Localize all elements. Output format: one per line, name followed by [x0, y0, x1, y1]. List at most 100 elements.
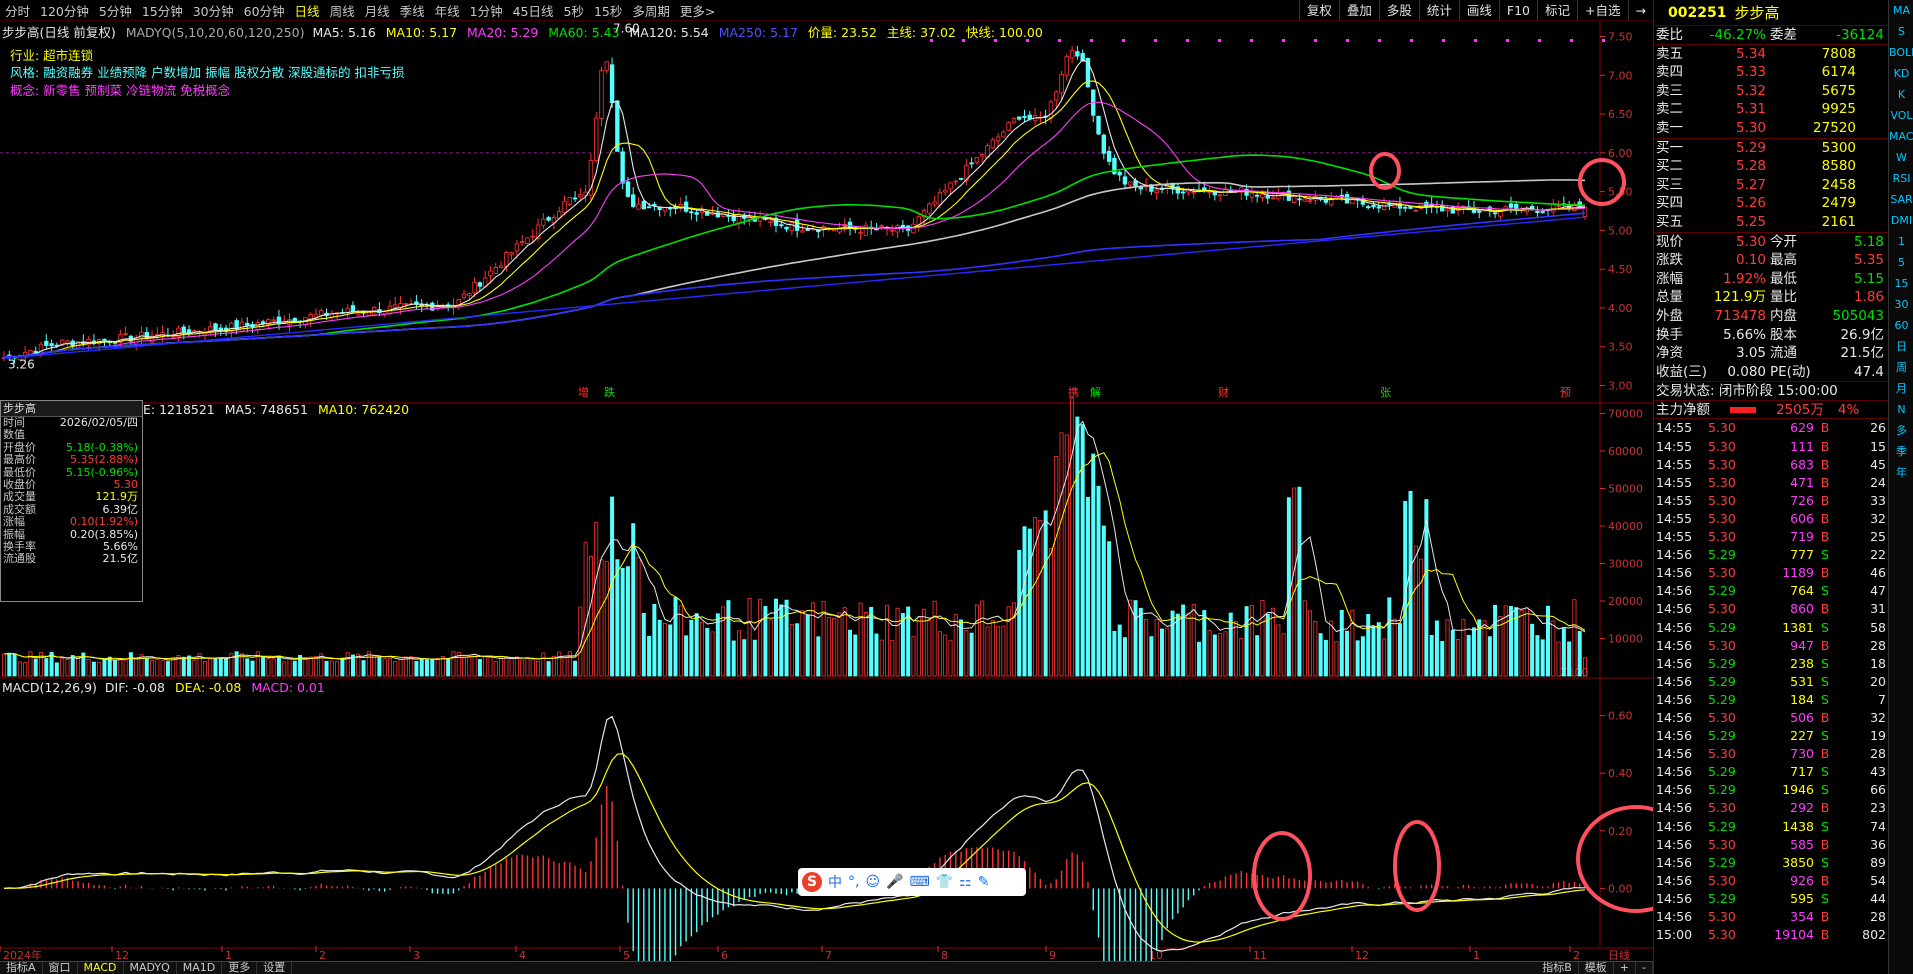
timeframe-4[interactable]: 30分钟	[188, 1, 239, 20]
tool-button-5[interactable]: F10	[1498, 0, 1537, 20]
sidebar-button-13[interactable]: 15	[1889, 273, 1913, 294]
industry-text[interactable]: 行业: 超市连锁	[10, 48, 93, 63]
sidebar-button-20[interactable]: 多	[1889, 420, 1913, 441]
timeframe-9[interactable]: 季线	[395, 1, 430, 20]
price-legend: 步步高(日线 前复权) MADYQ(5,10,20,60,120,250) MA…	[2, 22, 1043, 41]
candle-body	[393, 304, 398, 308]
tick-time: 14:56	[1656, 818, 1693, 834]
timeframe-2[interactable]: 5分钟	[94, 1, 137, 20]
tick-list[interactable]: 14:55 5.30 629 B 26 14:55 5.30 111 B 15 14:55 5.30 6…	[1654, 419, 1888, 944]
timeframe-12[interactable]: 45日线	[508, 1, 559, 20]
sidebar-button-19[interactable]: N	[1889, 399, 1913, 420]
bottom-tab-2[interactable]: MACD	[78, 962, 124, 974]
bottom-tab-1[interactable]: 窗口	[43, 962, 78, 974]
tool-button-8[interactable]: →	[1627, 0, 1653, 20]
timeframe-10[interactable]: 年线	[430, 1, 465, 20]
bottom-tab-6[interactable]: 设置	[257, 962, 293, 974]
timeframe-1[interactable]: 120分钟	[35, 1, 94, 20]
chart-area[interactable]: 7.507.006.506.005.505.004.504.003.503.00…	[0, 21, 1653, 961]
volume-bar	[1345, 630, 1350, 677]
tool-button-6[interactable]: 标记	[1537, 0, 1577, 20]
tool-button-1[interactable]: 叠加	[1338, 0, 1379, 20]
stat-value: 3.05	[1735, 345, 1766, 362]
style-text[interactable]: 风格: 融资融券 业绩预降 户数增加 振幅 股权分散 深股通标的 扣非亏损	[10, 65, 405, 80]
tick-volume: 683	[1790, 456, 1814, 472]
ime-button-6[interactable]: ⚏	[959, 874, 972, 890]
tool-button-7[interactable]: +自选	[1577, 0, 1627, 20]
candle-body	[1270, 197, 1276, 200]
sidebar-button-12[interactable]: 5	[1889, 252, 1913, 273]
ma-indicator-name[interactable]: MADYQ(5,10,20,60,120,250)	[126, 25, 305, 40]
bar-info-row: 成交量 121.9万	[1, 490, 142, 503]
tick-price: 5.30	[1708, 927, 1736, 943]
bottom-tab-3[interactable]: MADYQ	[124, 962, 177, 974]
tick-volume: 717	[1790, 764, 1814, 780]
sidebar-button-2[interactable]: BOLL	[1889, 42, 1913, 63]
bottom-right-2[interactable]: +	[1614, 962, 1637, 974]
timeframe-16[interactable]: 更多>	[675, 1, 720, 20]
timeframe-3[interactable]: 15分钟	[137, 1, 188, 20]
sidebar-button-22[interactable]: 年	[1889, 462, 1913, 483]
sidebar-button-17[interactable]: 周	[1889, 357, 1913, 378]
bottom-tab-4[interactable]: MA1D	[177, 962, 223, 974]
sidebar-button-7[interactable]: W	[1889, 147, 1913, 168]
ime-button-2[interactable]: ☺	[865, 874, 880, 890]
sidebar-button-5[interactable]: VOL	[1889, 105, 1913, 126]
bottom-tab-0[interactable]: 指标A	[0, 962, 43, 974]
bottom-right-0[interactable]: 指标B	[1536, 962, 1579, 974]
sidebar-button-11[interactable]: 1	[1889, 231, 1913, 252]
timeframe-6[interactable]: 日线	[290, 1, 325, 20]
sidebar-button-14[interactable]: 30	[1889, 294, 1913, 315]
candle-body	[1059, 74, 1064, 94]
sidebar-button-6[interactable]: MACD	[1889, 126, 1913, 147]
ime-button-0[interactable]: 中	[828, 872, 842, 892]
bottom-tab-5[interactable]: 更多	[222, 962, 258, 974]
ime-button-4[interactable]: ⌨	[910, 874, 930, 890]
sidebar-button-15[interactable]: 60	[1889, 315, 1913, 336]
ma10-value: MA10: 5.17	[385, 25, 458, 40]
sidebar-button-4[interactable]: K	[1889, 84, 1913, 105]
tool-button-2[interactable]: 多股	[1378, 0, 1419, 20]
date-tick-label: 2024年	[3, 948, 42, 961]
ime-toolbar[interactable]: S 中 °, ☺ 🎤 ⌨ 👕 ⚏ ✎	[798, 868, 1026, 896]
macd-name[interactable]: MACD(12,26,9)	[2, 680, 97, 695]
timeframe-5[interactable]: 60分钟	[239, 1, 290, 20]
ime-button-3[interactable]: 🎤	[886, 874, 903, 890]
ime-button-1[interactable]: °,	[848, 874, 859, 890]
timeframe-13[interactable]: 5秒	[558, 1, 588, 20]
timeframe-14[interactable]: 15秒	[589, 1, 627, 20]
timeframe-15[interactable]: 多周期	[627, 1, 675, 20]
sidebar-button-10[interactable]: DMI	[1889, 210, 1913, 231]
tick-row: 14:56 5.29 764 S 47	[1654, 582, 1888, 600]
sidebar-button-18[interactable]: 月	[1889, 378, 1913, 399]
volume-bar	[1138, 607, 1143, 677]
timeframe-11[interactable]: 1分钟	[465, 1, 508, 20]
timeframe-0[interactable]: 分时	[0, 1, 35, 20]
ime-button-7[interactable]: ✎	[978, 874, 990, 890]
tick-side: B	[1820, 601, 1830, 617]
candle-body	[937, 191, 943, 206]
sidebar-button-21[interactable]: 季	[1889, 441, 1913, 462]
timeframe-8[interactable]: 月线	[360, 1, 395, 20]
sidebar-button-1[interactable]: S	[1889, 21, 1913, 42]
tool-button-3[interactable]: 统计	[1418, 0, 1459, 20]
sidebar-button-0[interactable]: MA	[1889, 0, 1913, 21]
tool-button-4[interactable]: 画线	[1458, 0, 1499, 20]
candle-body	[49, 343, 54, 347]
tool-button-0[interactable]: 复权	[1298, 0, 1339, 20]
ime-logo-icon[interactable]: S	[802, 872, 822, 892]
timeframe-7[interactable]: 周线	[325, 1, 360, 20]
sidebar-button-16[interactable]: 日	[1889, 336, 1913, 357]
volume-tick-label: 50000	[1608, 483, 1643, 496]
bottom-right-3[interactable]: -	[1636, 962, 1653, 974]
ime-button-5[interactable]: 👕	[936, 874, 953, 890]
bottom-right-1[interactable]: 模板	[1579, 962, 1614, 974]
bar-info-window[interactable]: 步步高 时间 2026/02/05/四 数值 开盘价 5.18(-0.38%) 最高价 5.…	[0, 400, 143, 602]
sidebar-button-3[interactable]: KD	[1889, 63, 1913, 84]
sidebar-button-8[interactable]: RSI	[1889, 168, 1913, 189]
tick-row: 14:56 5.29 777 S 22	[1654, 546, 1888, 564]
sidebar-button-9[interactable]: SAR	[1889, 189, 1913, 210]
volume-bar	[625, 566, 630, 677]
stat-label: 最高	[1770, 252, 1797, 269]
concept-text[interactable]: 概念: 新零售 预制菜 冷链物流 免税概念	[10, 83, 230, 98]
